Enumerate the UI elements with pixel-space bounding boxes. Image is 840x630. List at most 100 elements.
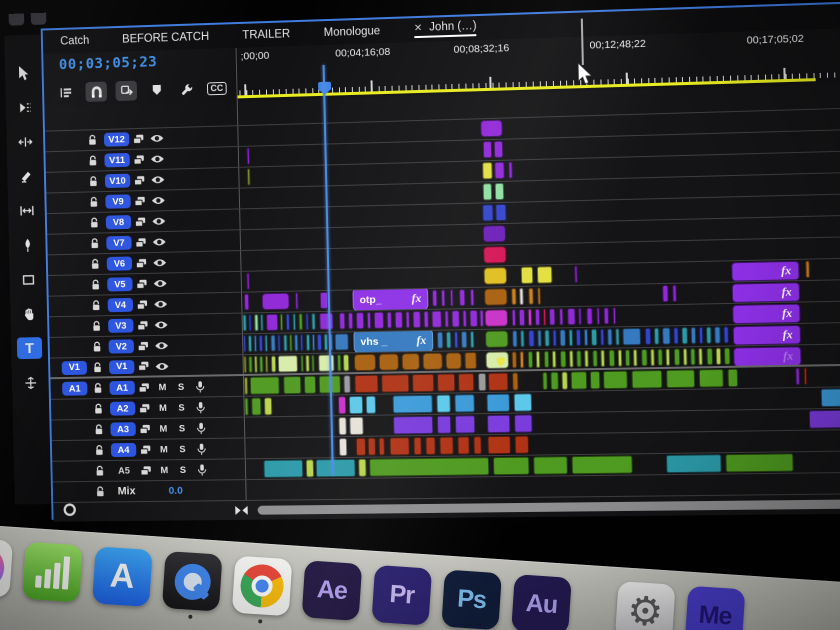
clip[interactable] xyxy=(480,310,484,327)
source-audio-badge[interactable]: A1 xyxy=(62,382,87,396)
clip[interactable] xyxy=(483,141,492,158)
clip[interactable] xyxy=(607,328,612,345)
clip[interactable] xyxy=(706,327,712,344)
clip[interactable] xyxy=(493,457,530,476)
clip[interactable] xyxy=(457,436,469,454)
clip[interactable] xyxy=(243,335,246,352)
clip[interactable] xyxy=(293,313,296,330)
clip[interactable]: fx xyxy=(732,282,800,303)
premiere-pro-dock-icon[interactable]: Pr xyxy=(371,565,432,626)
solo-button[interactable]: S xyxy=(173,444,192,455)
sequence-tab[interactable]: BEFORE CATCH xyxy=(122,31,209,46)
clip[interactable] xyxy=(537,330,541,347)
clip[interactable] xyxy=(543,309,546,326)
clip[interactable] xyxy=(515,436,530,454)
clip[interactable] xyxy=(674,348,681,365)
track-target-badge[interactable]: A5 xyxy=(111,464,137,478)
clip[interactable] xyxy=(259,335,263,352)
clip[interactable] xyxy=(379,353,399,370)
clip[interactable] xyxy=(482,162,492,179)
clip[interactable] xyxy=(542,372,547,390)
voice-over-record-button[interactable] xyxy=(190,380,209,393)
clip[interactable] xyxy=(425,437,435,455)
clip[interactable] xyxy=(633,349,637,366)
track-target-badge[interactable]: A1 xyxy=(109,381,135,395)
track-lock-toggle[interactable] xyxy=(84,155,101,167)
solo-button[interactable]: S xyxy=(172,402,191,413)
sequence-tab[interactable]: Catch xyxy=(60,35,89,48)
voice-over-record-button[interactable] xyxy=(191,422,210,435)
clip[interactable] xyxy=(707,348,714,365)
clip[interactable] xyxy=(537,266,553,283)
clip[interactable] xyxy=(535,309,540,326)
sync-lock-toggle[interactable] xyxy=(136,444,155,455)
clip[interactable] xyxy=(243,356,246,373)
clip[interactable] xyxy=(533,456,568,475)
clip[interactable] xyxy=(413,437,421,455)
toggle-track-output[interactable] xyxy=(148,133,167,143)
clip[interactable] xyxy=(571,371,588,389)
clip[interactable] xyxy=(562,372,568,390)
clip[interactable] xyxy=(300,355,303,372)
clip[interactable] xyxy=(473,436,481,454)
clip[interactable] xyxy=(650,349,654,366)
sync-lock-toggle[interactable] xyxy=(132,278,151,289)
clip[interactable] xyxy=(486,351,509,368)
clip[interactable] xyxy=(666,454,722,473)
clip[interactable] xyxy=(348,312,353,329)
clip[interactable] xyxy=(552,329,556,346)
track-lock-toggle[interactable] xyxy=(86,258,103,270)
clip[interactable] xyxy=(244,377,248,395)
solo-button[interactable]: S xyxy=(173,423,192,434)
ripple-edit-tool[interactable] xyxy=(12,131,37,153)
track-target-badge[interactable]: V6 xyxy=(107,256,133,270)
clip[interactable] xyxy=(528,309,532,326)
clip[interactable] xyxy=(455,415,475,433)
add-marker-icon[interactable] xyxy=(145,80,167,100)
clip[interactable] xyxy=(592,350,597,367)
track-target-badge[interactable]: A4 xyxy=(111,443,137,457)
clip[interactable] xyxy=(521,267,533,284)
clip[interactable] xyxy=(495,204,506,221)
clip[interactable] xyxy=(312,334,315,351)
clip[interactable] xyxy=(356,438,366,456)
toggle-track-output[interactable] xyxy=(148,154,167,164)
clip[interactable] xyxy=(381,374,409,392)
slip-tool[interactable] xyxy=(14,200,39,222)
solo-button[interactable]: S xyxy=(172,381,191,392)
clip[interactable] xyxy=(454,331,458,348)
audio-meters-toggle-icon[interactable] xyxy=(63,503,77,522)
razor-tool[interactable] xyxy=(13,165,38,187)
clip[interactable] xyxy=(724,348,731,365)
clip[interactable] xyxy=(544,351,549,368)
clip[interactable] xyxy=(317,334,322,351)
clip[interactable] xyxy=(666,369,695,388)
clip[interactable] xyxy=(584,350,588,367)
clip[interactable] xyxy=(601,350,605,367)
clip[interactable] xyxy=(393,395,433,414)
clip[interactable] xyxy=(508,162,512,179)
clip[interactable] xyxy=(572,455,633,474)
clip[interactable] xyxy=(805,261,810,278)
clip[interactable] xyxy=(422,353,442,370)
clip[interactable] xyxy=(280,314,283,331)
clip[interactable] xyxy=(485,309,508,327)
clip[interactable] xyxy=(343,375,350,393)
clip[interactable] xyxy=(560,329,566,346)
clip[interactable] xyxy=(294,334,298,351)
track-target-badge[interactable]: A2 xyxy=(110,401,136,415)
clip[interactable] xyxy=(277,335,280,352)
clip[interactable] xyxy=(436,395,450,413)
clip[interactable] xyxy=(809,410,840,429)
sync-lock-toggle[interactable] xyxy=(137,465,156,476)
clip[interactable] xyxy=(311,313,315,330)
clip[interactable] xyxy=(246,273,249,290)
sync-lock-toggle[interactable] xyxy=(132,258,151,269)
clip[interactable] xyxy=(483,183,492,200)
captions-icon[interactable]: CC xyxy=(206,78,228,98)
clip[interactable] xyxy=(311,355,314,372)
clip[interactable] xyxy=(550,372,558,390)
clip[interactable] xyxy=(270,335,275,352)
clip[interactable] xyxy=(590,371,601,389)
track-lock-toggle[interactable] xyxy=(86,237,103,249)
